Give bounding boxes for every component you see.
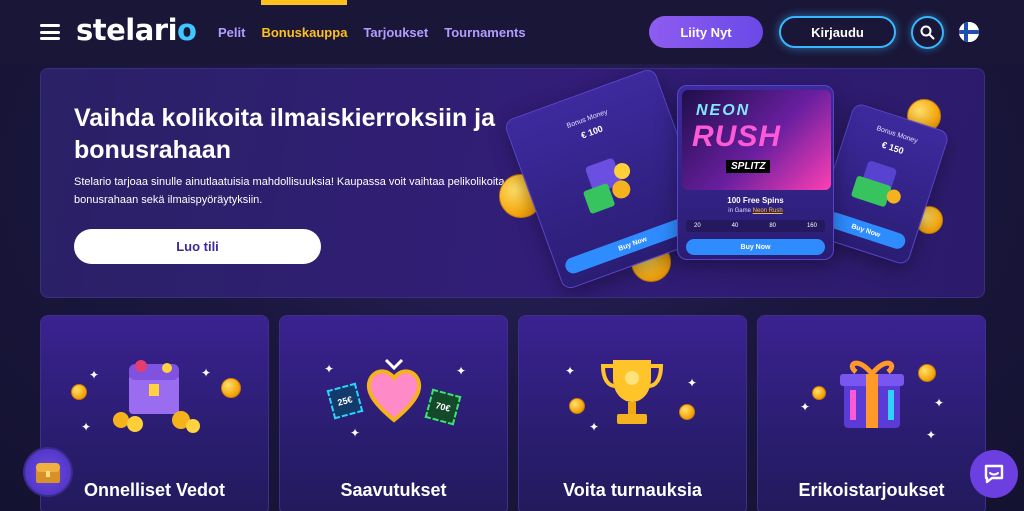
stake-option[interactable]: 40 xyxy=(732,223,739,229)
sparkle-icon: ✦ xyxy=(89,368,100,382)
chat-icon xyxy=(984,464,1004,484)
stake-option[interactable]: 20 xyxy=(694,223,701,229)
feature-card-voita-turnauksia[interactable]: ✦ ✦ ✦ Voita turnauksia xyxy=(518,315,747,511)
spins-title: 100 Free Spins xyxy=(727,196,784,205)
badge-25: 25€ xyxy=(326,382,364,420)
live-chat-button[interactable] xyxy=(970,450,1018,498)
game-logo-line1: NEON xyxy=(696,102,751,119)
feature-title: Voita turnauksia xyxy=(563,480,702,500)
stelario-logo[interactable]: stelario xyxy=(76,13,197,47)
hero-title: Vaihda kolikoita ilmaiskierroksiin ja bo… xyxy=(74,104,496,164)
create-account-button[interactable]: Luo tili xyxy=(74,229,321,264)
nav-tournaments[interactable]: Tournaments xyxy=(444,25,525,40)
stake-selector: 20 40 80 160 xyxy=(686,220,825,232)
feature-title: Saavutukset xyxy=(340,480,447,500)
sparkle-icon: ✦ xyxy=(81,420,92,434)
nav-tarjoukset[interactable]: Tarjoukset xyxy=(363,25,428,40)
trophy-icon xyxy=(600,360,664,424)
feature-title: Erikoistarjoukset xyxy=(798,480,945,500)
gift-box-icon xyxy=(840,360,904,428)
feature-card-onnelliset-vedot[interactable]: ✦ ✦ ✦ Onnelliset Vedot xyxy=(40,315,269,511)
top-header: stelario Pelit Bonuskauppa Tarjoukset To… xyxy=(0,0,1024,64)
treasure-chest-icon xyxy=(36,463,60,483)
game-logo-line2: RUSH xyxy=(692,120,782,153)
coin-icon xyxy=(221,378,241,398)
heart-jewel-icon xyxy=(366,358,422,423)
sparkle-icon: ✦ xyxy=(350,426,361,440)
feature-card-erikoistarjoukset[interactable]: ✦ ✦ ✦ Erikoistarjoukset xyxy=(757,315,986,511)
neon-rush-game-art: NEON RUSH SPLITZ xyxy=(682,90,831,190)
sparkle-icon: ✦ xyxy=(201,366,212,380)
sparkle-icon: ✦ xyxy=(934,396,945,410)
sparkle-icon: ✦ xyxy=(324,362,335,376)
free-spins-card[interactable]: NEON RUSH SPLITZ 100 Free Spins in Game … xyxy=(677,85,834,260)
feature-title: Onnelliset Vedot xyxy=(83,480,226,500)
sparkle-icon: ✦ xyxy=(565,364,576,378)
sparkle-icon: ✦ xyxy=(687,376,698,390)
bonus-chest-button[interactable] xyxy=(23,447,73,497)
money-pile-icon xyxy=(845,157,916,219)
stake-option[interactable]: 160 xyxy=(807,223,817,229)
treasure-chest-icon xyxy=(113,360,200,433)
hero-banner: Vaihda kolikoita ilmaiskierroksiin ja bo… xyxy=(40,68,985,298)
sparkle-icon: ✦ xyxy=(800,400,811,414)
nav-bonuskauppa[interactable]: Bonuskauppa xyxy=(261,0,347,40)
sparkle-icon: ✦ xyxy=(589,420,600,434)
search-button[interactable] xyxy=(911,16,944,49)
login-button[interactable]: Kirjaudu xyxy=(779,16,896,48)
coin-icon xyxy=(679,404,695,420)
buy-now-button[interactable]: Buy Now xyxy=(686,239,825,255)
search-icon xyxy=(920,25,935,40)
badge-70: 70€ xyxy=(424,388,462,426)
coin-icon xyxy=(71,384,87,400)
coin-icon xyxy=(569,398,585,414)
money-pile-icon xyxy=(575,151,648,219)
sparkle-icon: ✦ xyxy=(926,428,937,442)
stake-option[interactable]: 80 xyxy=(769,223,776,229)
game-logo-sub: SPLITZ xyxy=(726,160,771,173)
coin-icon xyxy=(918,364,936,382)
in-game-prefix: in Game xyxy=(728,208,751,214)
hero-description: Stelario tarjoaa sinulle ainutlaatuisia … xyxy=(74,176,505,206)
main-nav: Pelit Bonuskauppa Tarjoukset Tournaments xyxy=(218,0,542,40)
finland-flag-icon[interactable] xyxy=(959,22,979,42)
feature-card-saavutukset[interactable]: 25€ 70€ ✦ ✦ ✦ Saavutukset xyxy=(279,315,508,511)
menu-icon[interactable] xyxy=(40,24,60,40)
join-button[interactable]: Liity Nyt xyxy=(649,16,763,48)
sparkle-icon: ✦ xyxy=(456,364,467,378)
nav-pelit[interactable]: Pelit xyxy=(218,25,245,40)
coin-icon xyxy=(812,386,826,400)
in-game-line: in Game Neon Rush xyxy=(678,208,833,214)
in-game-name[interactable]: Neon Rush xyxy=(753,208,783,214)
